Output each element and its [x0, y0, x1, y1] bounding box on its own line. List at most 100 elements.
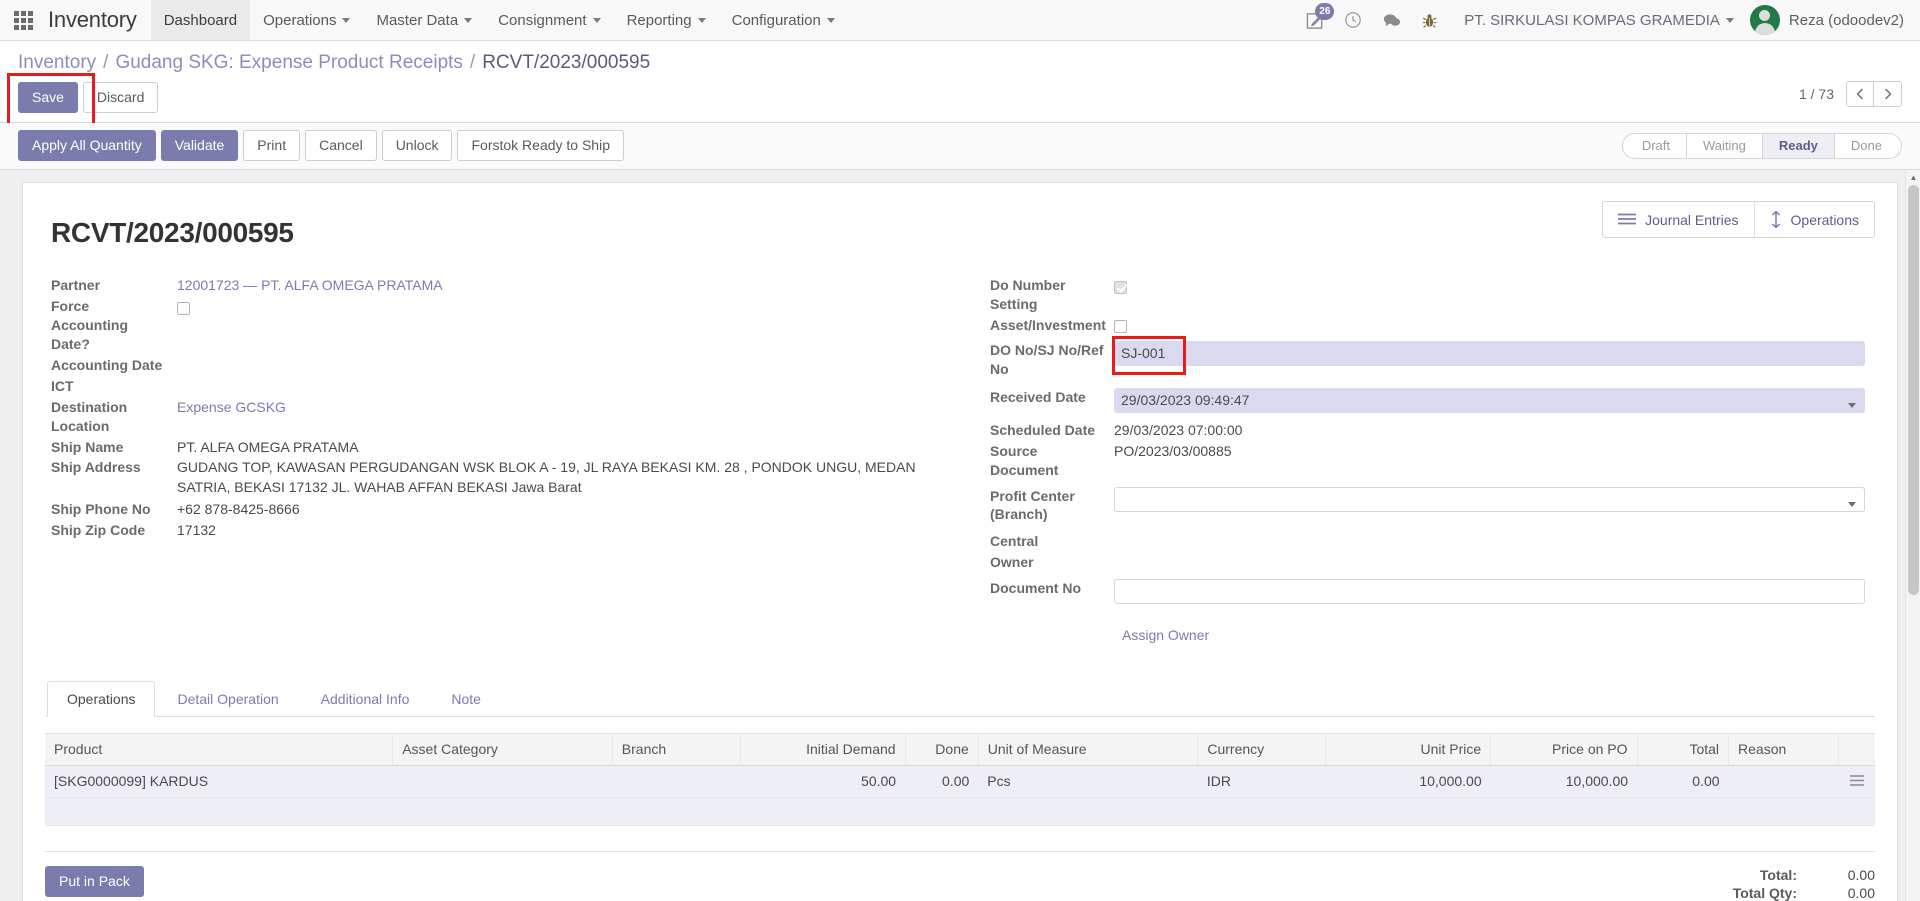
status-step-waiting[interactable]: Waiting — [1686, 132, 1762, 159]
col-branch[interactable]: Branch — [612, 733, 741, 767]
cell-asset-category[interactable] — [392, 765, 613, 799]
unlock-button[interactable]: Unlock — [381, 130, 453, 162]
forstok-ready-to-ship-button[interactable]: Forstok Ready to Ship — [457, 130, 624, 162]
put-in-pack-button[interactable]: Put in Pack — [45, 866, 144, 898]
field-force-accounting-date: Force Accounting Date? — [45, 296, 934, 355]
menu-reporting[interactable]: Reporting — [614, 0, 719, 40]
field-destination-location-value[interactable]: Expense GCSKG — [177, 397, 934, 418]
notebook: Operations Detail Operation Additional I… — [45, 681, 1875, 901]
tab-detail-operation[interactable]: Detail Operation — [157, 681, 298, 717]
breadcrumb-inventory[interactable]: Inventory — [18, 52, 96, 74]
top-navigation-bar: Inventory Dashboard Operations Master Da… — [0, 0, 1920, 41]
field-force-accounting-date-label: Force Accounting Date? — [51, 298, 128, 353]
company-name-label: PT. SIRKULASI KOMPAS GRAMEDIA — [1464, 11, 1720, 29]
field-accounting-date: Accounting Date — [45, 355, 934, 376]
col-total[interactable]: Total — [1637, 733, 1730, 767]
profit-center-input[interactable] — [1114, 486, 1865, 512]
status-step-done[interactable]: Done — [1833, 132, 1902, 159]
debug-menu-button[interactable] — [1410, 0, 1448, 41]
field-ship-zip-code: Ship Zip Code 17132 — [45, 520, 934, 541]
cell-product[interactable]: [SKG0000099] KARDUS — [45, 765, 393, 799]
cell-currency[interactable]: IDR — [1197, 765, 1326, 799]
col-initial-demand[interactable]: Initial Demand — [740, 733, 906, 767]
activity-menu-button[interactable]: 26 — [1296, 0, 1335, 41]
col-asset-category[interactable]: Asset Category — [392, 733, 613, 767]
document-no-input[interactable] — [1114, 579, 1865, 605]
print-button[interactable]: Print — [243, 130, 301, 162]
force-accounting-date-checkbox[interactable] — [177, 301, 190, 315]
discard-button[interactable]: Discard — [82, 82, 159, 114]
operations-lines-table: Product Asset Category Branch Initial De… — [45, 733, 1875, 799]
apps-menu-button[interactable] — [0, 0, 46, 40]
cell-branch[interactable] — [612, 765, 741, 799]
list-lines-icon — [1618, 213, 1637, 225]
edit-action-row: Save Discard — [7, 72, 1902, 129]
tab-additional-info[interactable]: Additional Info — [301, 681, 430, 717]
tab-operations[interactable]: Operations — [47, 681, 156, 718]
form-fields-container: Partner 12001723 — PT. ALFA OMEGA PRATAM… — [45, 275, 1875, 645]
apply-all-quantity-button[interactable]: Apply All Quantity — [18, 130, 156, 162]
menu-dashboard[interactable]: Dashboard — [150, 0, 251, 40]
col-unit-price[interactable]: Unit Price — [1325, 733, 1492, 767]
save-button[interactable]: Save — [18, 82, 78, 114]
status-step-ready[interactable]: Ready — [1761, 132, 1834, 159]
row-options-icon[interactable] — [1838, 765, 1875, 799]
status-step-draft[interactable]: Draft — [1621, 132, 1687, 159]
cell-price-on-po[interactable]: 10,000.00 — [1490, 765, 1638, 799]
total-value: 0.00 — [1847, 867, 1875, 884]
scrollbar-thumb[interactable] — [1908, 185, 1919, 596]
table-row[interactable]: [SKG0000099] KARDUS 50.00 0.00 Pcs IDR 1… — [45, 765, 1875, 799]
menu-configuration[interactable]: Configuration — [719, 0, 848, 40]
assign-owner-link[interactable]: Assign Owner — [1122, 627, 1209, 643]
menu-consignment[interactable]: Consignment — [485, 0, 613, 40]
menu-operations[interactable]: Operations — [250, 0, 363, 40]
menu-operations-label: Operations — [263, 11, 337, 29]
field-ship-name-value: PT. ALFA OMEGA PRATAMA — [177, 438, 359, 455]
operations-stat-button[interactable]: Operations — [1754, 202, 1874, 238]
main-menu: Dashboard Operations Master Data Consign… — [150, 0, 848, 40]
cell-unit-of-measure[interactable]: Pcs — [978, 765, 1198, 799]
received-date-input[interactable] — [1114, 387, 1865, 413]
pager-next-button[interactable] — [1874, 81, 1902, 107]
arrows-vertical-icon — [1771, 211, 1780, 229]
clock-menu-button[interactable] — [1334, 0, 1372, 41]
validate-button[interactable]: Validate — [160, 130, 239, 162]
col-reason[interactable]: Reason — [1728, 733, 1839, 767]
chevron-left-icon — [1856, 88, 1863, 100]
vertical-scrollbar[interactable]: ▲ ▼ — [1905, 170, 1920, 901]
journal-entries-button[interactable]: Journal Entries — [1603, 202, 1755, 238]
cell-reason[interactable] — [1728, 765, 1839, 799]
field-force-accounting-date-value — [177, 296, 934, 317]
pager-previous-button[interactable] — [1846, 81, 1874, 107]
cell-unit-price[interactable]: 10,000.00 — [1325, 765, 1491, 799]
menu-master-data[interactable]: Master Data — [363, 0, 485, 40]
breadcrumb-parent-view[interactable]: Gudang SKG: Expense Product Receipts — [115, 52, 462, 74]
do-sj-ref-no-input[interactable] — [1114, 341, 1865, 367]
field-partner-value[interactable]: 12001723 — PT. ALFA OMEGA PRATAMA — [177, 275, 934, 296]
cancel-button[interactable]: Cancel — [305, 130, 377, 162]
operations-stat-label: Operations — [1790, 211, 1859, 228]
field-destination-location-label: Destination Location — [51, 398, 128, 434]
asset-investment-checkbox[interactable] — [1114, 320, 1127, 334]
cell-initial-demand[interactable]: 50.00 — [740, 765, 906, 799]
app-brand-inventory[interactable]: Inventory — [46, 0, 151, 40]
col-price-on-po[interactable]: Price on PO — [1490, 733, 1638, 767]
scroll-up-button[interactable]: ▲ — [1906, 170, 1920, 185]
user-menu[interactable]: Reza (odoodev2) — [1744, 5, 1904, 35]
messages-menu-button[interactable] — [1372, 0, 1410, 41]
col-currency[interactable]: Currency — [1197, 733, 1327, 767]
field-document-no-label: Document No — [990, 580, 1081, 597]
col-unit-of-measure[interactable]: Unit of Measure — [978, 733, 1199, 767]
cell-total[interactable]: 0.00 — [1637, 765, 1729, 799]
field-ship-zip-code-value: 17132 — [177, 522, 216, 539]
cell-done[interactable]: 0.00 — [905, 765, 979, 799]
tab-note[interactable]: Note — [431, 681, 501, 717]
chevron-down-icon — [464, 17, 473, 23]
company-switcher[interactable]: PT. SIRKULASI KOMPAS GRAMEDIA — [1448, 12, 1744, 29]
col-done[interactable]: Done — [905, 733, 979, 767]
field-profit-center-branch-label: Profit Center (Branch) — [990, 487, 1075, 523]
form-right-column: Do Number Setting Asset/Investment DO No… — [960, 275, 1875, 645]
form-scroll-area[interactable]: Journal Entries Operations RCVT/2023/000… — [0, 170, 1920, 901]
col-product[interactable]: Product — [45, 733, 394, 767]
field-ict: ICT — [45, 376, 934, 397]
